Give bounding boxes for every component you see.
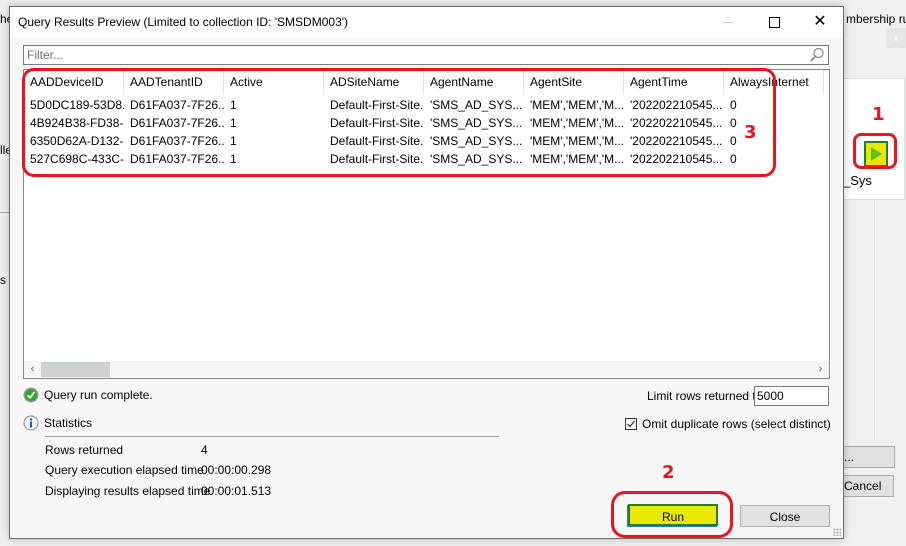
table-cell: '202202210545...	[630, 152, 723, 166]
stat-label: Rows returned	[45, 443, 124, 457]
table-row[interactable]: 527C698C-433C-... D61FA037-7F26... 1 Def…	[24, 150, 824, 168]
background-list-item: _Sys	[843, 173, 872, 188]
table-cell: 'SMS_AD_SYS...	[430, 98, 523, 112]
maximize-icon	[768, 16, 780, 28]
omit-duplicates-checkbox[interactable]: Omit duplicate rows (select distinct)	[625, 417, 831, 431]
stat-value: 00:00:01.513	[201, 484, 272, 498]
background-divider	[874, 200, 875, 440]
table-cell: '202202210545...	[630, 134, 723, 148]
close-button[interactable]: Close	[740, 505, 830, 527]
stat-label: Query execution elapsed time	[45, 463, 204, 477]
table-row[interactable]: 4B924B38-FD38-... D61FA037-7F26... 1 Def…	[24, 114, 824, 132]
filter-box	[23, 45, 829, 65]
maximize-button[interactable]	[751, 7, 797, 37]
horizontal-scrollbar[interactable]: ‹ ›	[24, 361, 829, 378]
scroll-left-icon[interactable]: ‹	[24, 361, 41, 378]
close-window-button[interactable]: ✕	[797, 7, 843, 37]
limit-rows-input[interactable]	[754, 386, 829, 406]
statistics-label: Statistics	[44, 416, 93, 430]
table-cell: D61FA037-7F26...	[130, 116, 224, 130]
table-cell: D61FA037-7F26...	[130, 98, 224, 112]
query-status: Query run complete.	[23, 387, 153, 403]
resize-grip[interactable]	[833, 528, 841, 536]
table-cell: 0	[730, 116, 737, 130]
column-header[interactable]: ADSiteName	[324, 70, 424, 94]
background-membership-rules-label: mbership rules	[846, 12, 906, 26]
table-cell: 'SMS_AD_SYS...	[430, 152, 523, 166]
table-cell: 1	[230, 116, 237, 130]
table-cell: 'MEM','MEM','M...	[530, 116, 624, 130]
filter-input[interactable]	[24, 46, 797, 64]
column-header[interactable]: AADDeviceID	[24, 70, 124, 94]
table-cell: 'SMS_AD_SYS...	[430, 134, 523, 148]
table-cell: 6350D62A-D132-...	[30, 134, 124, 148]
stat-value: 4	[201, 443, 208, 457]
table-cell: 'MEM','MEM','M...	[530, 152, 624, 166]
column-header[interactable]: AlwaysInternet	[724, 70, 824, 94]
background-cancel-button[interactable]: Cancel	[841, 475, 894, 497]
table-cell: 1	[230, 98, 237, 112]
run-button[interactable]: Run	[628, 504, 718, 526]
table-cell: 'MEM','MEM','M...	[530, 134, 624, 148]
table-cell: Default-First-Site...	[330, 98, 424, 112]
table-cell: Default-First-Site...	[330, 152, 424, 166]
query-results-dialog: Query Results Preview (Limited to collec…	[9, 6, 844, 539]
minimize-icon	[723, 21, 733, 23]
column-header[interactable]: AgentTime	[624, 70, 724, 94]
table-cell: Default-First-Site...	[330, 116, 424, 130]
table-cell: 0	[730, 152, 737, 166]
table-row[interactable]: 6350D62A-D132-... D61FA037-7F26... 1 Def…	[24, 132, 824, 150]
stat-label: Displaying results elapsed time	[45, 484, 211, 498]
table-cell: 4B924B38-FD38-...	[30, 116, 124, 130]
background-ellipsis-button[interactable]: ...	[841, 446, 895, 468]
column-header[interactable]: AADTenantID	[124, 70, 224, 94]
run-query-button[interactable]	[864, 141, 888, 167]
table-cell: 0	[730, 98, 737, 112]
table-cell: 'SMS_AD_SYS...	[430, 116, 523, 130]
annotation-label: 2	[662, 462, 675, 483]
checkmark-icon	[627, 420, 636, 428]
play-icon	[870, 147, 882, 161]
grid-header: AADDeviceID AADTenantID Active ADSiteNam…	[24, 70, 824, 94]
grid-body: 5D0DC189-53D8... D61FA037-7F26... 1 Defa…	[24, 96, 824, 168]
title-bar[interactable]: Query Results Preview (Limited to collec…	[10, 7, 843, 37]
search-icon[interactable]	[809, 47, 825, 63]
table-cell: 0	[730, 134, 737, 148]
info-icon	[23, 415, 39, 431]
status-text: Query run complete.	[44, 388, 153, 402]
omit-duplicates-label: Omit duplicate rows (select distinct)	[642, 417, 831, 431]
table-cell: 527C698C-433C-...	[30, 152, 124, 166]
limit-rows-label: Limit rows returned to	[647, 389, 763, 403]
table-cell: 1	[230, 152, 237, 166]
annotation-label: 1	[872, 104, 885, 125]
statistics-divider	[45, 436, 499, 437]
check-circle-icon	[23, 387, 39, 403]
dialog-title: Query Results Preview (Limited to collec…	[18, 15, 349, 29]
scroll-right-icon[interactable]: ›	[812, 361, 829, 378]
table-cell: '202202210545...	[630, 98, 723, 112]
column-header[interactable]: Active	[224, 70, 324, 94]
table-cell: 1	[230, 134, 237, 148]
background-close-icon[interactable]: x	[886, 28, 906, 48]
checkbox-box[interactable]	[625, 418, 637, 430]
table-cell: Default-First-Site...	[330, 134, 424, 148]
annotation-label: 3	[744, 122, 757, 143]
column-header[interactable]: AgentName	[424, 70, 524, 94]
minimize-button[interactable]	[705, 7, 751, 37]
stat-value: 00:00:00.298	[201, 463, 272, 477]
table-cell: D61FA037-7F26...	[130, 134, 224, 148]
statistics-heading: Statistics	[23, 415, 92, 431]
scrollbar-thumb[interactable]	[41, 362, 110, 377]
table-cell: D61FA037-7F26...	[130, 152, 224, 166]
results-grid: AADDeviceID AADTenantID Active ADSiteNam…	[23, 69, 830, 379]
table-row[interactable]: 5D0DC189-53D8... D61FA037-7F26... 1 Defa…	[24, 96, 824, 114]
table-cell: 'MEM','MEM','M...	[530, 98, 624, 112]
table-cell: '202202210545...	[630, 116, 723, 130]
column-header[interactable]: AgentSite	[524, 70, 624, 94]
close-icon: ✕	[813, 13, 827, 30]
table-cell: 5D0DC189-53D8...	[30, 98, 124, 112]
